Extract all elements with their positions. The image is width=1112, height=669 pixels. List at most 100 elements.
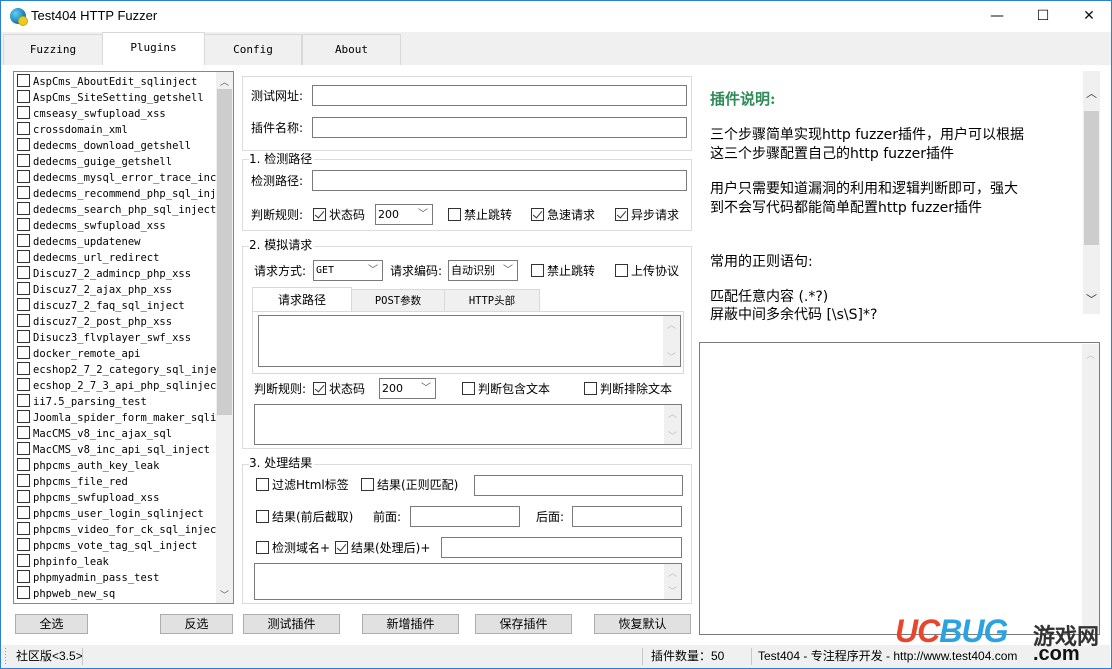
checkbox-icon[interactable] xyxy=(17,202,30,215)
test-plugin-button[interactable]: 测试插件 xyxy=(243,614,340,634)
plugin-list-item[interactable]: MacCMS_v8_inc_api_sql_inject xyxy=(17,442,217,458)
async-request-checkbox[interactable]: 异步请求 xyxy=(615,207,679,223)
range-result-checkbox[interactable]: 结果(前后截取) xyxy=(256,509,353,525)
plugin-list-item[interactable]: phpcms_file_red xyxy=(17,474,217,490)
plugin-list-item[interactable]: dedecms_updatenew xyxy=(17,234,217,250)
checkbox-icon[interactable] xyxy=(17,410,30,423)
checkbox-icon[interactable] xyxy=(17,442,30,455)
regex-result-checkbox[interactable]: 结果(正则匹配) xyxy=(361,477,458,493)
rule-scrollbar[interactable]: ︿ ﹀ xyxy=(664,405,681,444)
before-input[interactable] xyxy=(410,506,520,527)
checkbox-icon[interactable] xyxy=(17,570,30,583)
checkbox-icon[interactable] xyxy=(17,506,30,519)
tab-config[interactable]: Config xyxy=(204,34,302,65)
plugin-list-item[interactable]: Disucz3_flvplayer_swf_xss xyxy=(17,330,217,346)
status-code-checkbox-2[interactable]: 状态码 xyxy=(313,381,365,397)
plugin-list-item[interactable]: ii7.5_parsing_test xyxy=(17,394,217,410)
add-plugin-button[interactable]: 新增插件 xyxy=(362,614,459,634)
plugin-list-item[interactable]: AspCms_AboutEdit_sqlinject xyxy=(17,74,217,90)
plugin-list-item[interactable]: phpcms_user_login_sqlinject xyxy=(17,506,217,522)
plugin-list-item[interactable]: cmseasy_swfupload_xss xyxy=(17,106,217,122)
result-scrollbar[interactable]: ︿ ﹀ xyxy=(664,564,681,599)
plugin-list-item[interactable]: ecshop_2_7_3_api_php_sqlinject xyxy=(17,378,217,394)
checkbox-icon[interactable] xyxy=(17,490,30,503)
plugin-list-item[interactable]: dedecms_guige_getshell xyxy=(17,154,217,170)
filter-html-checkbox[interactable]: 过滤Html标签 xyxy=(256,477,349,493)
scroll-thumb[interactable] xyxy=(217,89,232,415)
plugin-list-item[interactable]: phpweb_new_sq xyxy=(17,586,217,602)
checkbox-icon[interactable] xyxy=(17,346,30,359)
invert-selection-button[interactable]: 反选 xyxy=(160,614,233,634)
maximize-button[interactable]: ☐ xyxy=(1020,1,1066,32)
plugin-list-item[interactable]: discuz7_2_faq_sql_inject xyxy=(17,298,217,314)
no-redirect-checkbox-1[interactable]: 禁止跳转 xyxy=(448,207,512,223)
plugin-list-item[interactable]: AspCms_SiteSetting_getshell xyxy=(17,90,217,106)
output-textarea[interactable] xyxy=(699,342,1100,635)
excludes-text-checkbox[interactable]: 判断排除文本 xyxy=(584,381,672,397)
help-scrollbar[interactable]: ︿ ﹀ xyxy=(1083,71,1100,314)
checkbox-icon[interactable] xyxy=(17,250,30,263)
select-all-button[interactable]: 全选 xyxy=(15,614,88,634)
checkbox-icon[interactable] xyxy=(17,378,30,391)
checkbox-icon[interactable] xyxy=(17,298,30,311)
plugin-list-item[interactable]: dedecms_recommend_php_sql_inje xyxy=(17,186,217,202)
minimize-button-glyph[interactable]: — xyxy=(974,1,1020,32)
plugin-list-item[interactable]: ecshop2_7_2_category_sql_injec xyxy=(17,362,217,378)
checkbox-icon[interactable] xyxy=(17,586,30,599)
plugin-list-item[interactable]: dedecms_mysql_error_trace_inc xyxy=(17,170,217,186)
checkbox-icon[interactable] xyxy=(17,154,30,167)
plugin-list-item[interactable]: phpmyadmin_pass_test xyxy=(17,570,217,586)
status-code-select-1[interactable]: 200 ﹀ xyxy=(375,204,433,225)
checkbox-icon[interactable] xyxy=(17,394,30,407)
checkbox-icon[interactable] xyxy=(17,106,30,119)
scroll-down-icon[interactable]: ﹀ xyxy=(216,588,233,601)
plugin-list-item[interactable]: phpinfo_leak xyxy=(17,554,217,570)
checkbox-icon[interactable] xyxy=(17,186,30,199)
request-path-textarea[interactable] xyxy=(258,315,681,367)
rule-textarea[interactable] xyxy=(254,404,682,445)
checkbox-icon[interactable] xyxy=(17,362,30,375)
checkbox-icon[interactable] xyxy=(17,234,30,247)
tab-fuzzing[interactable]: Fuzzing xyxy=(3,34,103,65)
plugin-list-item[interactable]: Discuz7_2_ajax_php_xss xyxy=(17,282,217,298)
method-select[interactable]: GET ﹀ xyxy=(313,260,383,281)
scroll-down-icon[interactable]: ﹀ xyxy=(1083,291,1100,307)
after-input[interactable] xyxy=(572,506,682,527)
plugin-list-item[interactable]: discuz7_2_post_php_xss xyxy=(17,314,217,330)
tab-plugins[interactable]: Plugins xyxy=(102,32,205,66)
scroll-up-icon[interactable]: ︿ xyxy=(1083,85,1100,101)
plugin-list-item[interactable]: crossdomain_xml xyxy=(17,122,217,138)
fast-request-checkbox[interactable]: 急速请求 xyxy=(531,207,595,223)
plugin-list-item[interactable]: dedecms_url_redirect xyxy=(17,250,217,266)
plugin-list-item[interactable]: phpcms_vote_tag_sql_inject xyxy=(17,538,217,554)
plugin-name-input[interactable] xyxy=(312,117,687,138)
processed-result-checkbox[interactable]: 结果(处理后)+ xyxy=(335,540,430,556)
checkbox-icon[interactable] xyxy=(17,170,30,183)
plugin-list-item[interactable]: Joomla_spider_form_maker_sqlin xyxy=(17,410,217,426)
plugin-list-item[interactable]: dedecms_search_php_sql_inject xyxy=(17,202,217,218)
plugin-list-item[interactable]: dedecms_download_getshell xyxy=(17,138,217,154)
checkbox-icon[interactable] xyxy=(17,90,30,103)
checkbox-icon[interactable] xyxy=(17,554,30,567)
restore-default-button[interactable]: 恢复默认 xyxy=(594,614,691,634)
tab-about[interactable]: About xyxy=(302,34,401,65)
tab-post-params[interactable]: POST参数 xyxy=(351,289,445,312)
checkbox-icon[interactable] xyxy=(17,458,30,471)
checkbox-icon[interactable] xyxy=(17,474,30,487)
checkbox-icon[interactable] xyxy=(17,122,30,135)
upload-protocol-checkbox[interactable]: 上传协议 xyxy=(615,263,679,279)
checkbox-icon[interactable] xyxy=(17,522,30,535)
status-code-select-2[interactable]: 200 ﹀ xyxy=(379,378,436,399)
processed-result-input[interactable] xyxy=(441,537,682,558)
checkbox-icon[interactable] xyxy=(17,426,30,439)
scroll-thumb[interactable] xyxy=(1084,111,1099,245)
plugin-list-item[interactable]: dedecms_swfupload_xss xyxy=(17,218,217,234)
status-code-checkbox-1[interactable]: 状态码 xyxy=(313,207,365,223)
checkbox-icon[interactable] xyxy=(17,138,30,151)
checkbox-icon[interactable] xyxy=(17,538,30,551)
plugin-list-item[interactable]: Discuz7_2_admincp_php_xss xyxy=(17,266,217,282)
scroll-up-icon[interactable]: ︿ xyxy=(216,75,233,88)
checkbox-icon[interactable] xyxy=(17,314,30,327)
checkbox-icon[interactable] xyxy=(17,74,30,87)
checkbox-icon[interactable] xyxy=(17,218,30,231)
